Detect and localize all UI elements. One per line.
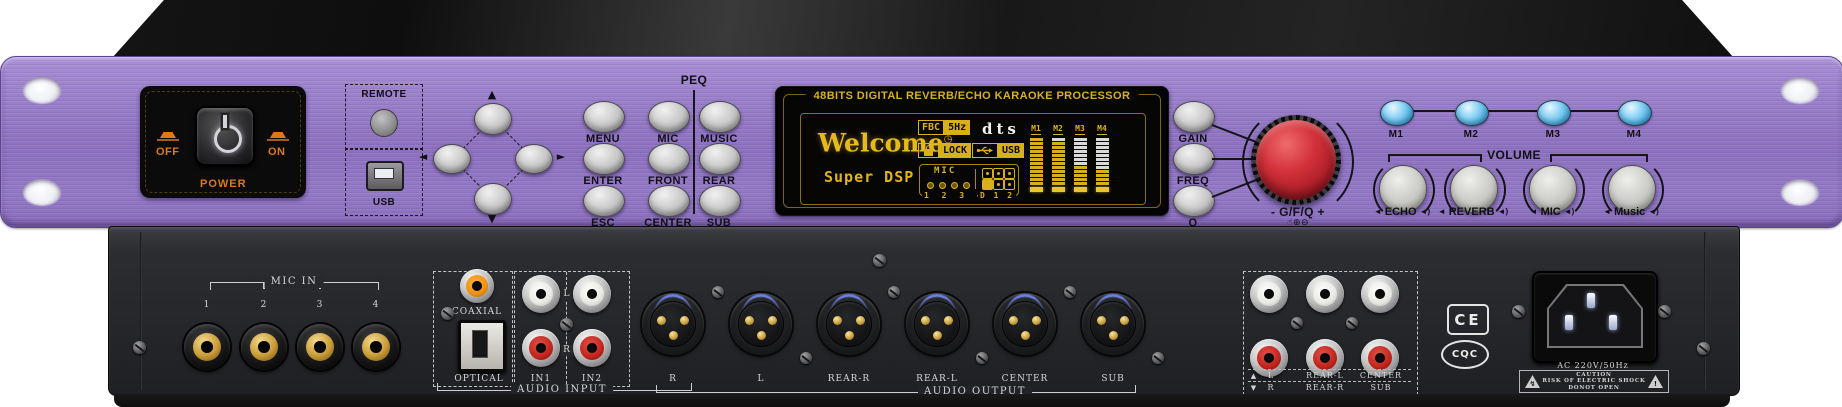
xlr-output-l — [730, 293, 792, 355]
screw — [133, 341, 146, 354]
coaxial-input — [460, 269, 494, 303]
screw — [800, 352, 812, 364]
xlr-label-sub: SUB — [1101, 374, 1124, 385]
screw — [1346, 317, 1358, 329]
input-l-label: L — [562, 289, 573, 300]
rca-label-rear-l: REAR-L — [1306, 370, 1344, 381]
input-r-label: R — [561, 345, 573, 356]
xlr-output-rear-r — [818, 293, 880, 355]
xlr-label-rear-r: REAR-R — [828, 374, 870, 385]
mic-in-number-3: 3 — [317, 300, 324, 311]
mic-in-title: MIC IN — [265, 276, 324, 288]
caution-box: ↯ CAUTION RISK OF ELECTRIC SHOCK DONOT O… — [1519, 370, 1669, 393]
screw — [560, 318, 573, 331]
screw — [1064, 286, 1076, 298]
mic-in-jack-2 — [241, 324, 287, 370]
rca-label-r: R — [1267, 382, 1274, 393]
audio-output-bracket — [656, 385, 1136, 393]
screw — [1512, 305, 1525, 318]
rear-panel-connectors: MIC IN 1 2 3 4 COAXIAL OPTICAL L R IN1 I… — [0, 0, 1842, 407]
rca-output-l — [1250, 275, 1288, 313]
xlr-label-center: CENTER — [1002, 374, 1049, 385]
ac-pin-neutral — [1609, 315, 1617, 330]
warning-icon: ! — [1648, 375, 1663, 388]
ac-power-inlet — [1532, 271, 1658, 363]
mic-in-number-1: 1 — [204, 300, 211, 311]
cqc-mark: CQC — [1441, 340, 1489, 369]
rca-input-in2-l — [573, 275, 611, 313]
mic-in-jack-1 — [184, 324, 230, 370]
coaxial-label: COAXIAL — [452, 307, 502, 318]
rca-output-rear-l — [1306, 275, 1344, 313]
chassis-bottom — [114, 394, 1730, 407]
screw — [1697, 342, 1710, 355]
rca-label-sub: SUB — [1370, 382, 1391, 393]
mic-in-jack-4 — [353, 324, 399, 370]
screw — [712, 286, 724, 298]
screw — [873, 254, 886, 267]
electric-shock-icon: ↯ — [1525, 375, 1540, 388]
xlr-output-r — [642, 293, 704, 355]
screw — [1658, 305, 1671, 318]
xlr-label-r: R — [669, 374, 677, 385]
screw — [888, 286, 900, 298]
screw — [976, 352, 988, 364]
device-product-image: OFF ON POWER REMOTE USB ▲ ◄ ► ▼ — [0, 0, 1842, 407]
xlr-output-center — [994, 293, 1056, 355]
rca-input-in1-l — [522, 275, 560, 313]
rca-input-in1-r — [522, 329, 560, 367]
xlr-label-rear-l: REAR-L — [916, 374, 958, 385]
mic-in-number-4: 4 — [373, 300, 380, 311]
rca-label-center: CENTER — [1360, 370, 1402, 381]
rca-output-center — [1361, 275, 1399, 313]
screw — [1152, 352, 1164, 364]
mic-in-jack-3 — [297, 324, 343, 370]
ac-pin-earth — [1587, 293, 1595, 308]
xlr-output-sub — [1082, 293, 1144, 355]
marker-down: ▼ — [1251, 383, 1257, 394]
rca-input-in2-r — [573, 329, 611, 367]
rca-label-rear-r: REAR-R — [1306, 382, 1344, 393]
rca-label-l: L — [1268, 370, 1274, 381]
xlr-output-rear-l — [906, 293, 968, 355]
screw — [441, 307, 454, 320]
ce-mark: CE — [1447, 304, 1489, 335]
xlr-label-l: L — [758, 374, 765, 385]
ac-pin-live — [1565, 315, 1573, 330]
mic-in-number-2: 2 — [261, 300, 268, 311]
screw — [1291, 317, 1303, 329]
optical-input — [458, 320, 506, 372]
